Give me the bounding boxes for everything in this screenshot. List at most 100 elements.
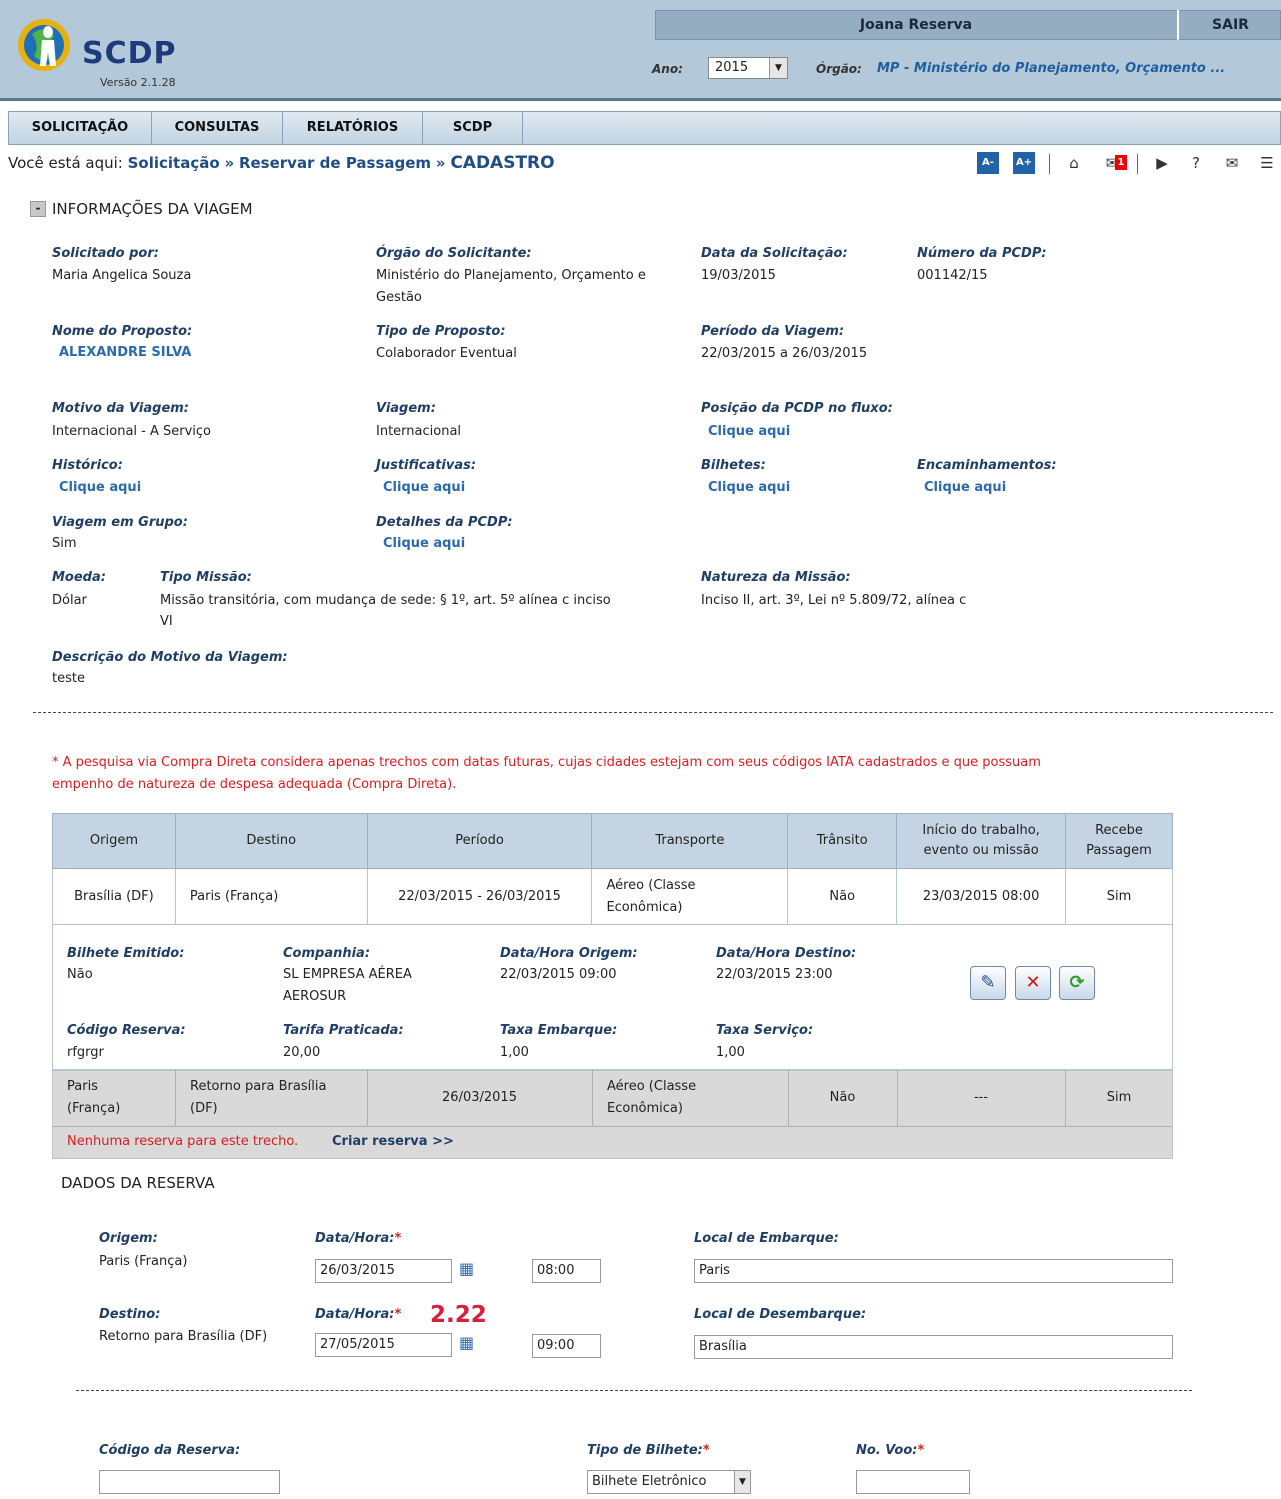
dropdown-arrow-icon[interactable]: ▼ bbox=[769, 58, 787, 78]
calendar-icon[interactable]: ▦ bbox=[459, 1333, 481, 1353]
destination-label: Destino: bbox=[99, 1307, 161, 1322]
group-trip-value: Sim bbox=[52, 536, 77, 551]
return-origin: Paris (França) bbox=[67, 1076, 120, 1120]
cell-receives-ticket: Sim bbox=[1065, 868, 1173, 925]
origin-time-input[interactable]: 08:00 bbox=[532, 1259, 601, 1283]
cell-line: Paris bbox=[67, 1079, 98, 1094]
menu-solicitacao[interactable]: SOLICITAÇÃO bbox=[9, 112, 152, 144]
cell-transit: Não bbox=[787, 868, 898, 925]
cell-line: Econômica) bbox=[606, 899, 683, 915]
requester-value: Maria Angelica Souza bbox=[52, 268, 192, 283]
no-reservation-text: Nenhuma reserva para este trecho. bbox=[67, 1134, 299, 1149]
ticket-type-field-label: Tipo de Bilhete:* bbox=[587, 1443, 710, 1458]
landing-location-input[interactable]: Brasília bbox=[694, 1335, 1173, 1359]
trip-period-label: Período da Viagem: bbox=[701, 324, 845, 339]
flight-number-input[interactable] bbox=[856, 1470, 970, 1494]
year-select[interactable]: 2015 ▼ bbox=[708, 57, 788, 79]
trip-type-label: Viagem: bbox=[376, 401, 436, 416]
destination-time-input[interactable]: 09:00 bbox=[532, 1334, 601, 1358]
return-period: 26/03/2015 bbox=[442, 1090, 517, 1105]
col-header-transport: Transporte bbox=[591, 813, 789, 869]
logout-button[interactable]: SAIR bbox=[1180, 10, 1281, 40]
breadcrumb-separator: » bbox=[224, 154, 235, 172]
traveler-link[interactable]: ALEXANDRE SILVA bbox=[59, 345, 191, 360]
boarding-location-input[interactable]: Paris bbox=[694, 1259, 1173, 1283]
chat-icon[interactable]: ☰ bbox=[1256, 152, 1278, 174]
home-icon[interactable]: ⌂ bbox=[1063, 152, 1085, 174]
destination-date-input[interactable]: 27/05/2015 bbox=[315, 1333, 452, 1357]
origin-date-input[interactable]: 26/03/2015 bbox=[315, 1259, 452, 1283]
font-increase-button[interactable]: A+ bbox=[1013, 152, 1035, 174]
annotation-label: 2.22 bbox=[430, 1302, 487, 1328]
notification-count: 1 bbox=[1115, 155, 1127, 170]
origin-datetime-label-text: Data/Hora: bbox=[315, 1231, 395, 1246]
requester-agency-value: Ministério do Planejamento, Orçamento e bbox=[376, 268, 646, 283]
boarding-location-label: Local de Embarque: bbox=[694, 1231, 839, 1246]
create-reservation-link[interactable]: Criar reserva >> bbox=[332, 1131, 454, 1153]
refresh-button[interactable]: ⟳ bbox=[1059, 966, 1095, 1000]
menu-relatorios[interactable]: RELATÓRIOS bbox=[283, 112, 423, 144]
cell-line: Aéreo (Classe bbox=[607, 1079, 697, 1094]
history-link[interactable]: Clique aqui bbox=[59, 480, 141, 495]
reservation-code-value: rfgrgr bbox=[67, 1045, 104, 1060]
tickets-label: Bilhetes: bbox=[701, 458, 766, 473]
agency-value[interactable]: MP - Ministério do Planejamento, Orçamen… bbox=[877, 61, 1225, 76]
fare-label: Tarifa Praticada: bbox=[283, 1023, 404, 1038]
video-icon[interactable]: ▶ bbox=[1151, 152, 1173, 174]
cell-line: Econômica) bbox=[607, 1101, 683, 1116]
flight-number-label-text: No. Voo: bbox=[856, 1443, 918, 1458]
col-header-receives-ticket: Recebe Passagem bbox=[1065, 813, 1173, 869]
help-icon[interactable]: ? bbox=[1185, 152, 1207, 174]
pcdp-number-value: 001142/15 bbox=[917, 268, 988, 283]
forwardings-link[interactable]: Clique aqui bbox=[924, 480, 1006, 495]
calendar-icon[interactable]: ▦ bbox=[459, 1259, 481, 1279]
pcdp-details-label: Detalhes da PCDP: bbox=[376, 515, 513, 530]
refresh-icon: ⟳ bbox=[1069, 972, 1085, 993]
dropdown-arrow-icon[interactable]: ▼ bbox=[734, 1471, 750, 1493]
ticket-type-select[interactable]: Bilhete Eletrônico ▼ bbox=[587, 1470, 751, 1494]
origin-label: Origem: bbox=[99, 1231, 158, 1246]
airline-label: Companhia: bbox=[283, 946, 371, 961]
toolbar-divider bbox=[1049, 154, 1050, 174]
col-header-transit: Trânsito bbox=[787, 813, 898, 869]
mail-icon[interactable]: ✉ bbox=[1221, 152, 1243, 174]
col-header-destination: Destino bbox=[174, 813, 368, 869]
destination-value: Retorno para Brasília (DF) bbox=[99, 1329, 268, 1344]
delete-button[interactable]: ✕ bbox=[1015, 966, 1051, 1000]
fare-value: 20,00 bbox=[283, 1045, 321, 1060]
scdp-logo bbox=[14, 14, 74, 74]
col-header-line: evento ou missão bbox=[923, 843, 1039, 858]
breadcrumb-prefix: Você está aqui: bbox=[8, 154, 123, 172]
required-mark: * bbox=[394, 1231, 402, 1246]
cell-destination: Paris (França) bbox=[174, 868, 368, 925]
font-decrease-button[interactable]: A- bbox=[977, 152, 999, 174]
boarding-fee-value: 1,00 bbox=[500, 1045, 529, 1060]
breadcrumb-solicitacao[interactable]: Solicitação bbox=[128, 154, 220, 172]
destination-datetime-value: 22/03/2015 23:00 bbox=[716, 967, 833, 982]
origin-value: Paris (França) bbox=[99, 1254, 188, 1269]
notification-icon[interactable]: ✉ 1 bbox=[1097, 152, 1127, 174]
return-work-start: --- bbox=[973, 1090, 989, 1105]
forwardings-label: Encaminhamentos: bbox=[917, 458, 1057, 473]
tickets-link[interactable]: Clique aqui bbox=[708, 480, 790, 495]
pcdp-details-link[interactable]: Clique aqui bbox=[383, 536, 465, 551]
justifications-link[interactable]: Clique aqui bbox=[383, 480, 465, 495]
required-mark: * bbox=[394, 1307, 402, 1322]
flow-position-link[interactable]: Clique aqui bbox=[708, 424, 790, 439]
toolbar-divider bbox=[1137, 154, 1138, 174]
cell-line: (França) bbox=[67, 1101, 121, 1116]
destination-datetime-field-label: Data/Hora:* bbox=[315, 1307, 401, 1322]
collapse-toggle[interactable]: - bbox=[30, 201, 46, 217]
mission-nature-value: Inciso II, art. 3º, Lei nº 5.809/72, alí… bbox=[701, 593, 967, 608]
booking-code-input[interactable] bbox=[99, 1470, 280, 1494]
menu-consultas[interactable]: CONSULTAS bbox=[152, 112, 283, 144]
menu-scdp[interactable]: SCDP bbox=[423, 112, 523, 144]
mission-type-value: Missão transitória, com mudança de sede:… bbox=[160, 593, 611, 608]
booking-code-label: Código da Reserva: bbox=[99, 1443, 241, 1458]
destination-datetime-label-text: Data/Hora: bbox=[315, 1307, 395, 1322]
ticket-issued-value: Não bbox=[67, 967, 93, 982]
edit-button[interactable]: ✎ bbox=[970, 966, 1006, 1000]
ticket-type-value: Bilhete Eletrônico bbox=[592, 1474, 707, 1489]
breadcrumb-reservar[interactable]: Reservar de Passagem bbox=[239, 154, 431, 172]
group-trip-label: Viagem em Grupo: bbox=[52, 515, 188, 530]
